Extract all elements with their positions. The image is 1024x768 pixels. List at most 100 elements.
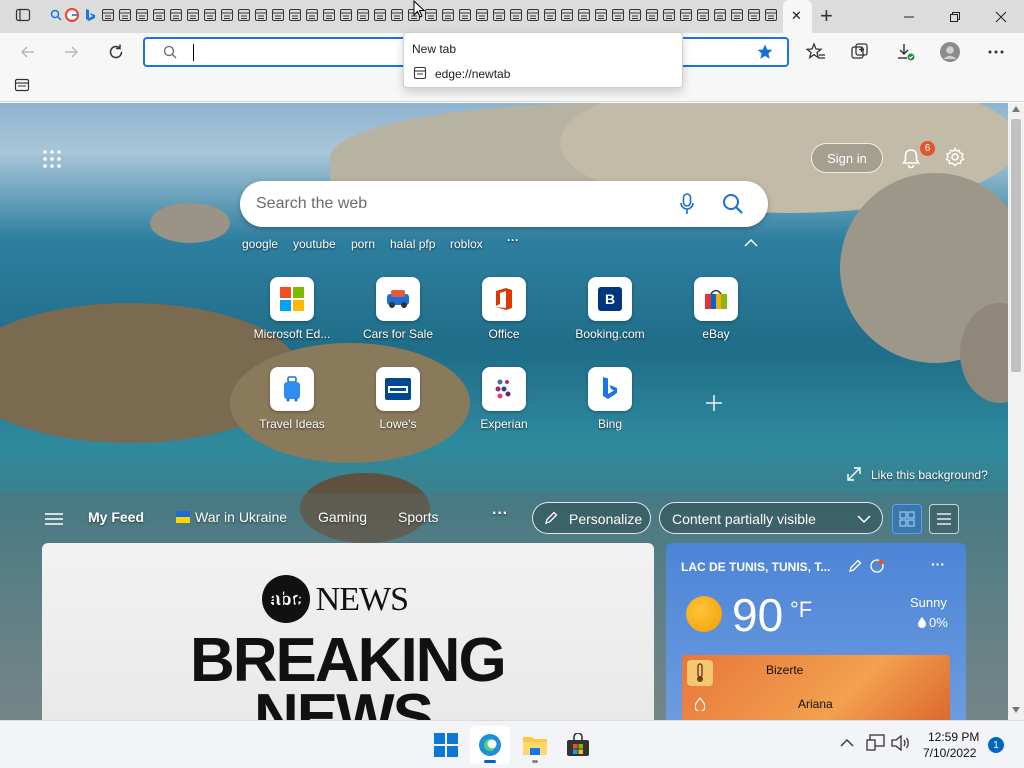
feed-tab-gaming[interactable]: Gaming [318,509,367,525]
scroll-up-icon[interactable] [1012,106,1020,112]
pinned-tab-favicon[interactable] [304,7,320,23]
pinned-tab-favicon[interactable] [321,7,337,23]
weather-alert-icon[interactable] [869,558,885,574]
pinned-tab-favicon[interactable] [695,7,711,23]
pinned-tab-favicon[interactable] [287,7,303,23]
pinned-tab-favicon[interactable] [525,7,541,23]
quick-link[interactable]: roblox [450,237,483,251]
feed-tab-my-feed[interactable]: My Feed [88,509,144,525]
windows-start-icon[interactable] [426,726,466,764]
shortcut-tile[interactable]: Microsoft Ed... [239,277,345,367]
pinned-tab-favicon[interactable] [219,7,235,23]
refresh-button[interactable] [101,37,131,67]
taskbar-time[interactable]: 12:59 PM [928,730,979,744]
volume-icon[interactable] [891,735,911,751]
pinned-tab-favicon[interactable] [457,7,473,23]
pinned-tab-favicon[interactable] [610,7,626,23]
like-background-link[interactable]: Like this background? [871,468,988,482]
pinned-tab-favicon[interactable] [202,7,218,23]
feed-more-button[interactable]: ··· [492,505,508,523]
pinned-tab-favicon[interactable] [440,7,456,23]
web-search-box[interactable]: Search the web [240,181,768,227]
grid-view-toggle[interactable] [892,504,922,534]
expand-background-icon[interactable] [847,467,861,481]
minimize-button[interactable] [886,0,932,33]
system-tray-chevron-icon[interactable] [840,739,854,747]
edit-location-icon[interactable] [848,559,862,573]
microphone-icon[interactable] [680,193,694,215]
new-tab-button[interactable]: + [820,3,833,29]
quick-link[interactable]: google [242,237,278,251]
scroll-down-icon[interactable] [1012,707,1020,713]
collapse-chevron-icon[interactable] [744,239,758,247]
list-view-toggle[interactable] [929,504,959,534]
web-search-placeholder[interactable]: Search the web [256,195,367,213]
search-submit-icon[interactable] [722,193,744,215]
favorites-button[interactable] [801,37,831,67]
pinned-tab-favicon[interactable] [542,7,558,23]
close-window-button[interactable] [978,0,1024,33]
add-shortcut-icon[interactable] [705,394,723,412]
tab-actions-icon[interactable] [15,7,31,23]
pinned-tab-favicon[interactable] [100,7,116,23]
pinned-tab-favicon[interactable] [389,7,405,23]
back-button[interactable] [13,37,43,67]
weather-more-button[interactable]: ··· [931,556,945,572]
pinned-tab-favicon[interactable] [712,7,728,23]
pinned-tab-favicon[interactable] [168,7,184,23]
shortcut-tile[interactable]: Experian [451,367,557,457]
personalize-button[interactable]: Personalize [532,502,651,534]
pinned-tab-favicon[interactable] [644,7,660,23]
pinned-tab-favicon[interactable] [763,7,779,23]
feed-menu-hamburger-icon[interactable] [45,512,63,526]
pinned-tab-favicon[interactable] [270,7,286,23]
page-settings-gear-icon[interactable] [945,147,965,167]
forward-button[interactable] [56,37,86,67]
collections-button[interactable] [845,37,875,67]
tab-google-favicon[interactable] [64,7,80,23]
page-scrollbar[interactable] [1008,103,1024,720]
quick-links-more-button[interactable]: ··· [507,233,519,247]
pinned-tab-favicon[interactable] [185,7,201,23]
pinned-tab-favicon[interactable] [372,7,388,23]
pinned-tab-favicon[interactable] [253,7,269,23]
pinned-tab-favicon[interactable] [117,7,133,23]
quick-link[interactable]: youtube [293,237,336,251]
settings-more-button[interactable] [981,37,1011,67]
network-icon[interactable] [866,734,886,752]
shortcut-tile[interactable]: Office [451,277,557,367]
weather-unit[interactable]: °F [790,597,812,623]
pinned-tab-favicon[interactable] [576,7,592,23]
microsoft-store-icon[interactable] [558,726,598,764]
restore-button[interactable] [932,0,978,33]
pinned-tab-favicon[interactable] [678,7,694,23]
active-tab[interactable]: ✕ [783,0,812,33]
tab-search-favicon[interactable] [48,7,64,23]
quick-link[interactable]: halal pfp [390,237,435,251]
pinned-tab-favicon[interactable] [559,7,575,23]
edge-taskbar-icon[interactable] [470,726,510,764]
scrollbar-thumb[interactable] [1011,119,1021,372]
tab-bing-favicon[interactable] [82,7,98,23]
shortcut-tile[interactable]: eBay [663,277,769,367]
shortcut-tile[interactable]: Travel Ideas [239,367,345,457]
pinned-tab-favicon[interactable] [355,7,371,23]
shortcut-tile[interactable]: Lowe's [345,367,451,457]
pinned-tab-favicon[interactable] [338,7,354,23]
shortcut-tile[interactable]: B Booking.com [557,277,663,367]
pinned-tab-favicon[interactable] [661,7,677,23]
apps-launcher-icon[interactable] [42,149,62,169]
favorites-folder-icon[interactable] [14,77,30,93]
pinned-tab-favicon[interactable] [508,7,524,23]
thermometer-icon[interactable] [687,660,713,686]
pinned-tab-favicon[interactable] [593,7,609,23]
tab-close-icon[interactable]: ✕ [791,8,802,24]
news-card[interactable]: abc abc NEWS BREAKING NEWS [42,543,654,720]
pinned-tab-favicon[interactable] [491,7,507,23]
notification-center-badge[interactable]: 1 [988,737,1004,753]
favorite-star-icon[interactable] [756,43,774,61]
downloads-button[interactable] [890,37,920,67]
notifications-bell-icon[interactable] [900,147,922,169]
pinned-tab-favicon[interactable] [134,7,150,23]
pinned-tab-favicon[interactable] [729,7,745,23]
